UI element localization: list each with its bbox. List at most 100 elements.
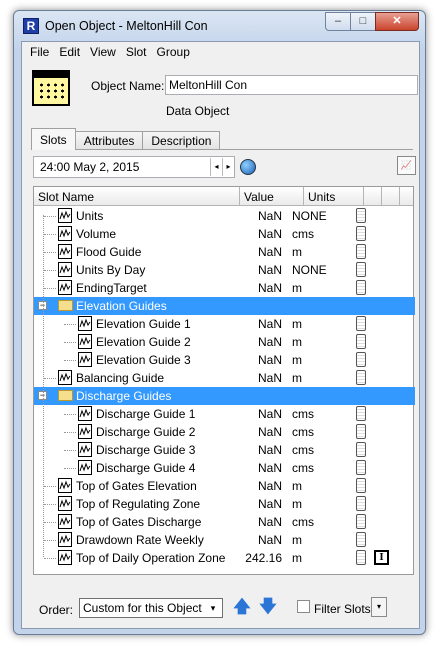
series-slot-icon [78,406,92,421]
minimize-button[interactable]: – [325,12,351,31]
slot-value: NaN [257,263,282,277]
table-row[interactable]: EndingTarget NaN m [34,279,415,297]
column-icon-b[interactable] [382,187,400,206]
slot-note-icon[interactable] [356,424,366,439]
slot-name: Units By Day [76,263,146,277]
slot-note-icon[interactable] [356,244,366,259]
table-row[interactable]: Discharge Guide 3 NaN cms [34,441,415,459]
slot-note-icon[interactable] [356,550,366,565]
slot-note-icon[interactable] [356,226,366,241]
table-row[interactable]: Units By Day NaN NONE [34,261,415,279]
slot-note-icon[interactable] [356,460,366,475]
table-row[interactable]: Elevation Guide 1 NaN m [34,315,415,333]
tab-attributes[interactable]: Attributes [74,131,144,150]
table-row[interactable]: Top of Gates Discharge NaN cms [34,513,415,531]
slot-name: Top of Gates Discharge [76,515,202,529]
table-row[interactable]: Top of Regulating Zone NaN m [34,495,415,513]
menu-edit[interactable]: Edit [55,45,86,59]
table-row[interactable]: Drawdown Rate Weekly NaN m [34,531,415,549]
slot-value: NaN [257,443,282,457]
column-slot-name[interactable]: Slot Name [34,187,240,206]
slot-value: NaN [257,515,282,529]
filter-slots-label[interactable]: Filter Slots [314,602,371,616]
slot-name: Flood Guide [76,245,142,259]
maximize-button[interactable]: □ [350,12,376,31]
table-row[interactable]: Top of Gates Elevation NaN m [34,477,415,495]
order-dropdown[interactable]: Custom for this Object ▾ [79,598,223,618]
filter-dropdown-button[interactable]: ▾ [371,597,387,617]
plot-icon[interactable]: 📈 [397,156,416,175]
object-name-input[interactable] [165,75,418,95]
table-row[interactable]: Volume NaN cms [34,225,415,243]
menu-file[interactable]: File [26,45,55,59]
slot-note-icon[interactable] [356,262,366,277]
slot-note-icon[interactable] [356,208,366,223]
move-up-button[interactable]: 🡅 [232,596,252,618]
table-row[interactable]: Discharge Guide 2 NaN cms [34,423,415,441]
table-row[interactable]: Top of Daily Operation Zone 242.16 m I [34,549,415,567]
title-bar[interactable]: R Open Object - MeltonHill Con – □ ✕ [14,11,425,41]
open-object-window: R Open Object - MeltonHill Con – □ ✕ Fil… [13,10,426,635]
filter-slots-checkbox[interactable] [297,600,310,613]
slot-name: Discharge Guide 2 [96,425,196,439]
slot-units: m [292,335,302,349]
slot-name: Discharge Guide 4 [96,461,196,475]
slot-note-icon[interactable] [356,280,366,295]
table-row[interactable]: Balancing Guide NaN m [34,369,415,387]
slot-name: Top of Daily Operation Zone [76,551,226,565]
slot-note-icon[interactable] [356,406,366,421]
slot-note-icon[interactable] [356,442,366,457]
menu-group[interactable]: Group [153,45,196,59]
tab-description[interactable]: Description [142,131,221,150]
menu-slot[interactable]: Slot [122,45,153,59]
slot-value: NaN [257,461,282,475]
tab-slots[interactable]: Slots [31,128,76,150]
slot-note-icon[interactable] [356,514,366,529]
table-row[interactable]: Elevation Guide 2 NaN m [34,333,415,351]
slot-note-icon[interactable] [356,334,366,349]
slot-units: NONE [292,263,327,277]
series-slot-icon [78,352,92,367]
slot-note-icon[interactable] [356,316,366,331]
slot-note-icon[interactable] [356,478,366,493]
window-content: File Edit View Slot Group Object Name: D… [21,41,420,629]
date-prev-button[interactable]: ◂ [210,158,222,176]
table-row[interactable]: Discharge Guide 4 NaN cms [34,459,415,477]
slot-note-icon[interactable] [356,496,366,511]
slot-note-icon[interactable] [356,352,366,367]
column-units[interactable]: Units [304,187,364,206]
group-row[interactable]: − Discharge Guides [34,387,415,405]
close-button[interactable]: ✕ [375,12,419,31]
date-selector[interactable]: 24:00 May 2, 2015 ◂ ▸ [33,156,235,178]
slot-value: 242.16 [245,551,282,565]
table-row[interactable]: Elevation Guide 3 NaN m [34,351,415,369]
slot-note-icon[interactable] [356,532,366,547]
slot-name: Discharge Guides [76,389,172,403]
table-row[interactable]: Flood Guide NaN m [34,243,415,261]
date-value[interactable]: 24:00 May 2, 2015 [34,160,210,174]
column-icon-a[interactable] [364,187,382,206]
move-down-button[interactable]: 🡇 [258,596,278,618]
series-slot-icon [58,370,72,385]
date-next-button[interactable]: ▸ [222,158,234,176]
column-value[interactable]: Value [240,187,304,206]
slot-name: Elevation Guides [76,299,167,313]
chevron-down-icon[interactable]: ▾ [206,601,220,615]
slot-value: NaN [257,425,282,439]
series-slot-icon [58,226,72,241]
slot-value: NaN [257,533,282,547]
table-row[interactable]: Discharge Guide 1 NaN cms [34,405,415,423]
group-row[interactable]: − Elevation Guides [34,297,415,315]
series-slot-icon [58,496,72,511]
slot-name: Top of Regulating Zone [76,497,201,511]
menu-view[interactable]: View [86,45,122,59]
app-icon: R [23,18,39,34]
input-flag-icon[interactable]: I [374,550,389,565]
slot-note-icon[interactable] [356,370,366,385]
series-slot-icon [58,514,72,529]
table-row[interactable]: Units NaN NONE [34,207,415,225]
series-slot-icon [78,460,92,475]
globe-icon[interactable] [240,159,256,175]
slot-value: NaN [257,407,282,421]
slot-value: NaN [257,479,282,493]
